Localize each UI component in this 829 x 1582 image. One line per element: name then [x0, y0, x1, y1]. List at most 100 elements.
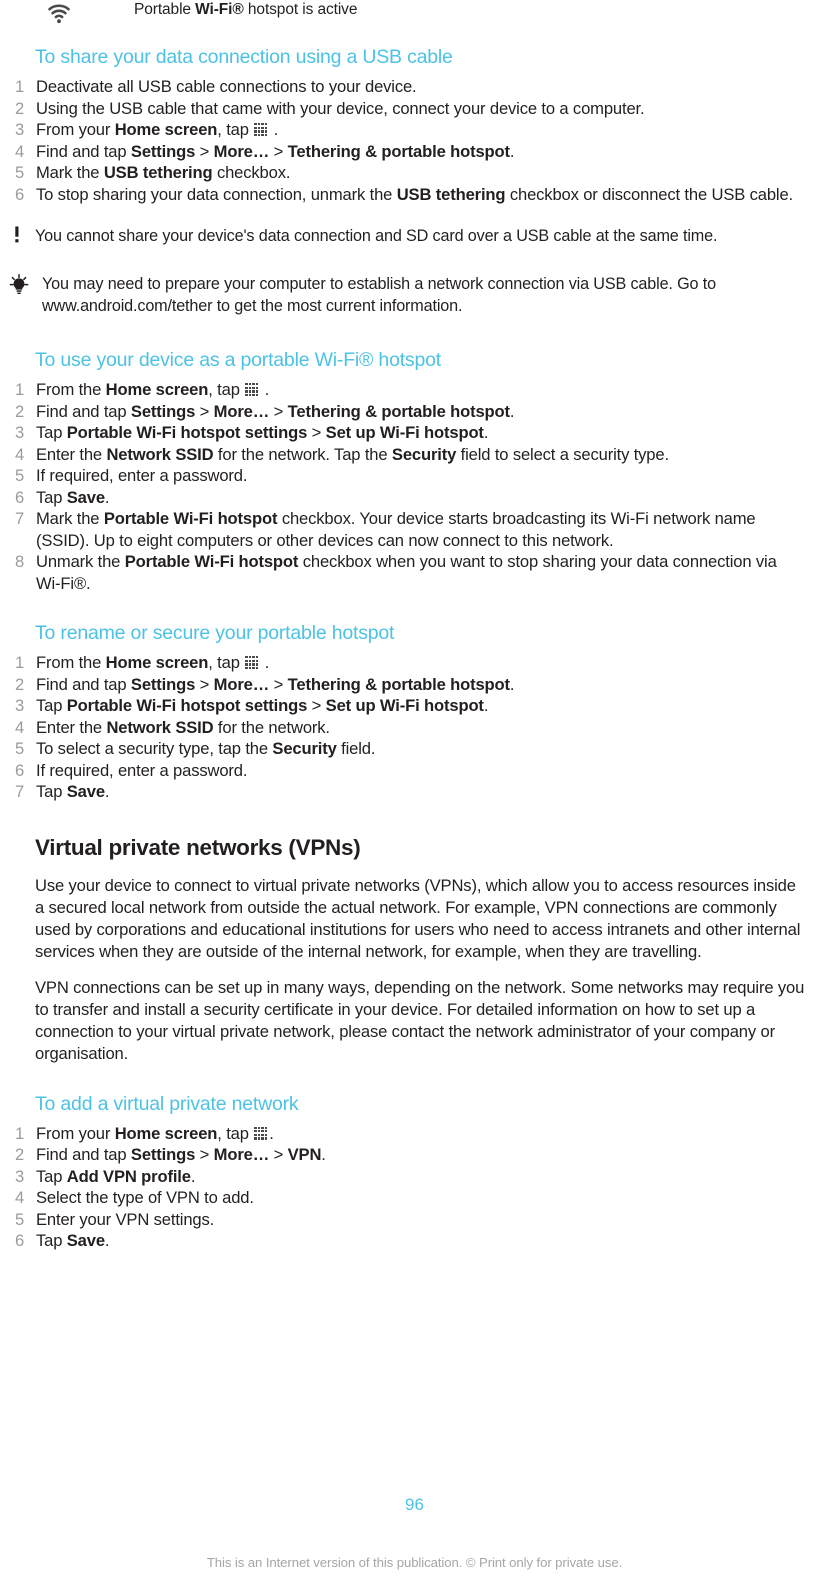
step-text: . — [483, 696, 489, 715]
step-text: Using the USB cable that came with your … — [36, 98, 645, 118]
step-text: . — [483, 423, 489, 442]
step-emphasis: VPN — [287, 1145, 322, 1164]
step-item: Tap Save. — [0, 487, 829, 509]
step-item: Using the USB cable that came with your … — [0, 98, 829, 120]
step-text: , tap — [217, 1123, 254, 1143]
step-text: > — [307, 423, 326, 442]
step-text: > — [269, 1145, 288, 1164]
step-item: From your Home screen, tap . — [0, 119, 829, 141]
step-text: . — [509, 674, 515, 694]
step-item: Find and tap Settings > More… > Tetherin… — [0, 401, 829, 423]
step-emphasis: Save — [66, 782, 105, 801]
steps-share-data-usb: Deactivate all USB cable connections to … — [0, 76, 829, 205]
step-emphasis: Portable Wi-Fi hotspot settings — [66, 423, 308, 442]
running-header-title-pre: Portable — [134, 1, 196, 18]
lightbulb-icon — [8, 274, 30, 296]
step-text: for the network. Tap the — [213, 444, 392, 464]
step-text: > — [269, 141, 288, 161]
step-text: Select the type of VPN to add. — [36, 1188, 254, 1207]
step-item: Deactivate all USB cable connections to … — [0, 76, 829, 98]
step-emphasis: Tethering & portable hotspot — [287, 674, 510, 694]
step-text: > — [195, 141, 214, 161]
step-item: Tap Add VPN profile. — [0, 1166, 829, 1188]
step-item: Enter your VPN settings. — [0, 1209, 829, 1231]
step-text: Tap — [36, 423, 67, 442]
tip-text: You may need to prepare your computer to… — [42, 275, 716, 315]
step-emphasis: Portable Wi-Fi hotspot — [103, 509, 278, 528]
running-header: Portable Wi-Fi® hotspot is active — [0, 0, 829, 30]
step-item: Mark the USB tethering checkbox. — [0, 162, 829, 184]
step-emphasis: Settings — [130, 1145, 196, 1164]
step-text: . — [104, 1231, 110, 1250]
step-emphasis: Set up Wi-Fi hotspot — [325, 423, 484, 442]
step-text: Deactivate all USB cable connections to … — [36, 77, 417, 96]
step-text: . — [269, 120, 279, 139]
step-emphasis: Settings — [130, 141, 196, 161]
step-item: Tap Portable Wi-Fi hotspot settings > Se… — [0, 422, 829, 444]
step-emphasis: Home screen — [105, 653, 209, 672]
step-text: . — [260, 653, 270, 672]
step-text: > — [195, 1145, 214, 1164]
step-emphasis: Save — [66, 1231, 105, 1250]
step-item: Find and tap Settings > More… > VPN. — [0, 1144, 829, 1166]
step-item: If required, enter a password. — [0, 465, 829, 487]
step-text: Tap — [36, 487, 67, 507]
note-text: You cannot share your device's data conn… — [35, 227, 718, 245]
step-text: > — [195, 401, 214, 421]
step-emphasis: More… — [213, 1145, 270, 1164]
step-item: Tap Save. — [0, 1230, 829, 1252]
step-text: Find and tap — [36, 674, 131, 694]
step-text: Mark the — [36, 163, 104, 182]
step-emphasis: Tethering & portable hotspot — [287, 141, 510, 161]
step-text: . — [190, 1166, 196, 1186]
steps-add-vpn: From your Home screen, tap . Find and tap… — [0, 1123, 829, 1252]
step-text: > — [307, 696, 326, 715]
page-content: To share your data connection using a US… — [0, 44, 829, 1252]
step-emphasis: Home screen — [105, 380, 209, 399]
heading-portable-hotspot: To use your device as a portable Wi-Fi® … — [35, 349, 441, 371]
step-text: Tap — [36, 696, 67, 715]
running-header-title: Portable Wi-Fi® hotspot is active — [134, 0, 357, 20]
page-number: 96 — [405, 1495, 424, 1514]
step-emphasis: Set up Wi-Fi hotspot — [325, 696, 484, 715]
steps-portable-hotspot: From the Home screen, tap . Find and tap … — [0, 379, 829, 594]
step-text: Find and tap — [36, 141, 131, 161]
step-text: . — [321, 1145, 326, 1164]
document-page: Portable Wi-Fi® hotspot is active To sha… — [0, 0, 829, 1582]
step-item: Mark the Portable Wi-Fi hotspot checkbox… — [0, 508, 829, 551]
step-text: Tap — [36, 1231, 67, 1250]
step-item: Enter the Network SSID for the network. … — [0, 444, 829, 466]
step-emphasis: More… — [213, 141, 270, 161]
exclamation-icon — [10, 226, 24, 244]
step-item: Select the type of VPN to add. — [0, 1187, 829, 1209]
step-item: Find and tap Settings > More… > Tetherin… — [0, 674, 829, 696]
step-emphasis: Home screen — [114, 1123, 218, 1143]
step-item: Enter the Network SSID for the network. — [0, 717, 829, 739]
footer-legal-note: This is an Internet version of this publ… — [206, 1555, 623, 1570]
step-text: , tap — [217, 120, 254, 139]
heading-virtual-private-networks: Virtual private networks (VPNs) — [35, 834, 361, 860]
heading-share-data-usb: To share your data connection using a US… — [35, 46, 453, 68]
step-text: > — [269, 401, 288, 421]
step-item: Tap Portable Wi-Fi hotspot settings > Se… — [0, 695, 829, 717]
step-text: . — [509, 141, 515, 161]
step-text: From your — [36, 120, 115, 139]
step-emphasis: Add VPN profile — [66, 1166, 191, 1186]
step-text: > — [269, 674, 288, 694]
step-emphasis: Network SSID — [106, 717, 214, 737]
step-emphasis: Security — [391, 444, 457, 464]
step-emphasis: Security — [272, 739, 337, 758]
step-text: . — [104, 487, 110, 507]
step-text: . — [509, 401, 515, 421]
step-text: > — [195, 674, 214, 694]
step-item: From your Home screen, tap . — [0, 1123, 829, 1145]
step-text: From your — [36, 1123, 115, 1143]
step-item: From the Home screen, tap . — [0, 379, 829, 401]
step-item: Tap Save. — [0, 781, 829, 803]
app-grid-icon — [254, 123, 268, 137]
step-text: From the — [36, 653, 106, 672]
step-text: checkbox. — [212, 163, 291, 182]
step-text: Tap — [36, 1166, 67, 1186]
step-item: To select a security type, tap the Secur… — [0, 738, 829, 760]
step-text: Enter your VPN settings. — [36, 1209, 215, 1229]
